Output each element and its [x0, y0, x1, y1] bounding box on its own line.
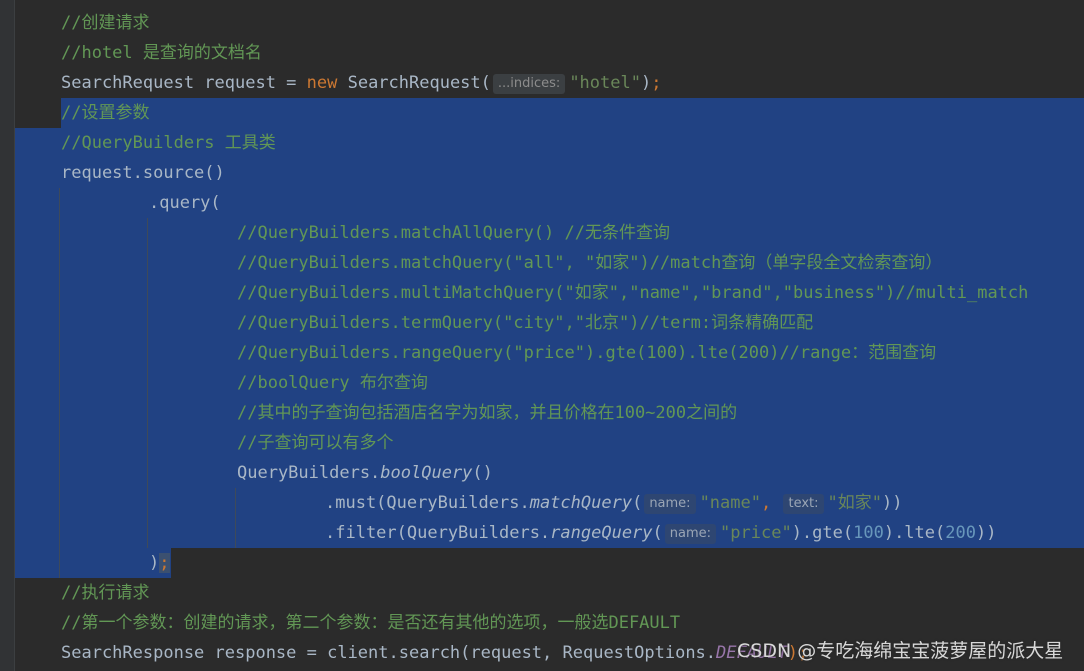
comment: //QueryBuilders.multiMatchQuery("如家","na… [237, 283, 1029, 303]
code-line-19[interactable]: ); [149, 548, 170, 578]
comment: //其中的子查询包括酒店名字为如家，并且价格在100~200之间的 [237, 403, 738, 423]
code-line-16[interactable]: QueryBuilders.boolQuery() [237, 458, 493, 488]
code-line-2[interactable]: //hotel 是查询的文档名 [61, 38, 262, 68]
code-line-9[interactable]: //QueryBuilders.matchQuery("all", "如家")/… [237, 248, 942, 278]
code-text: .must(QueryBuilders. [325, 493, 530, 513]
code-line-15[interactable]: //子查询可以有多个 [237, 428, 393, 458]
code-line-1[interactable]: //创建请求 [61, 8, 149, 38]
keyword: new [306, 73, 338, 93]
comment: //hotel 是查询的文档名 [61, 43, 262, 63]
code-editor[interactable]: //创建请求 //hotel 是查询的文档名 SearchRequest req… [0, 0, 1084, 671]
indent-guide [59, 188, 60, 578]
parameter-hint: name: [644, 494, 696, 514]
semicolon: ; [159, 553, 170, 573]
comment: //QueryBuilders.matchQuery("all", "如家")/… [237, 253, 943, 273]
code-text: ( [632, 493, 643, 513]
parameter-hint: text: [783, 494, 824, 514]
code-text: ).gte( [791, 523, 854, 543]
code-text: .query( [149, 193, 221, 213]
code-text: ( [652, 523, 663, 543]
code-line-12[interactable]: //QueryBuilders.rangeQuery("price").gte(… [237, 338, 936, 368]
editor-gutter[interactable] [0, 0, 15, 671]
comment: //设置参数 [61, 103, 150, 123]
selection-highlight [61, 98, 1084, 128]
comment: //QueryBuilders.rangeQuery("price").gte(… [237, 343, 937, 363]
code-line-11[interactable]: //QueryBuilders.termQuery("city","北京")//… [237, 308, 813, 338]
comment: //创建请求 [61, 13, 150, 33]
code-line-13[interactable]: //boolQuery 布尔查询 [237, 368, 428, 398]
comment: //QueryBuilders.matchAllQuery() //无条件查询 [237, 223, 670, 243]
code-text: ) [149, 553, 160, 573]
method-name: matchQuery [529, 493, 633, 513]
string-literal: "price" [720, 523, 792, 543]
code-text: SearchRequest( [337, 73, 491, 93]
code-text: () [472, 463, 493, 483]
string-literal: "hotel" [569, 73, 641, 93]
comment: //QueryBuilders.termQuery("city","北京")//… [237, 313, 814, 333]
code-text: SearchRequest request = [61, 73, 307, 93]
code-line-17[interactable]: .must(QueryBuilders.matchQuery(name: "nam… [325, 488, 902, 518]
comma: , [760, 493, 782, 513]
code-line-3[interactable]: SearchRequest request = new SearchReques… [61, 68, 661, 98]
code-line-10[interactable]: //QueryBuilders.multiMatchQuery("如家","na… [237, 278, 1028, 308]
indent-guide [235, 488, 236, 548]
semicolon: ; [651, 73, 662, 93]
code-line-8[interactable]: //QueryBuilders.matchAllQuery() //无条件查询 [237, 218, 670, 248]
code-text: QueryBuilders. [237, 463, 381, 483]
code-text: request.source() [61, 163, 225, 183]
code-text: SearchResponse response = client.search(… [61, 643, 717, 663]
comment: //boolQuery 布尔查询 [237, 373, 428, 393]
code-line-5[interactable]: //QueryBuilders 工具类 [61, 128, 276, 158]
method-name: boolQuery [380, 463, 473, 483]
code-text: )) [882, 493, 903, 513]
code-text: .filter(QueryBuilders. [325, 523, 551, 543]
comment: //第一个参数：创建的请求，第二个参数：是否还有其他的选项，一般选DEFAULT [61, 613, 681, 633]
code-line-14[interactable]: //其中的子查询包括酒店名字为如家，并且价格在100~200之间的 [237, 398, 737, 428]
comment: //QueryBuilders 工具类 [61, 133, 276, 153]
comment: //子查询可以有多个 [237, 433, 394, 453]
code-line-4[interactable]: //设置参数 [61, 98, 149, 128]
selection-highlight [14, 548, 171, 578]
comment: //执行请求 [61, 583, 150, 603]
code-text: )) [975, 523, 997, 543]
string-literal: "如家" [827, 493, 882, 513]
code-line-6[interactable]: request.source() [61, 158, 225, 188]
number-literal: 200 [945, 523, 976, 543]
code-text: ).lte( [883, 523, 946, 543]
code-line-18[interactable]: .filter(QueryBuilders.rangeQuery(name: "p… [325, 518, 996, 548]
code-line-20[interactable]: //执行请求 [61, 578, 149, 608]
number-literal: 100 [853, 523, 884, 543]
watermark: CSDN @专吃海绵宝宝菠萝屋的派大星 [737, 640, 1064, 662]
indent-guide [147, 218, 148, 548]
code-line-21[interactable]: //第一个参数：创建的请求，第二个参数：是否还有其他的选项，一般选DEFAULT [61, 608, 680, 638]
method-name: rangeQuery [550, 523, 653, 543]
code-text: ) [640, 73, 652, 93]
parameter-hint: name: [664, 524, 717, 544]
code-line-7[interactable]: .query( [149, 188, 221, 218]
string-literal: "name" [699, 493, 761, 513]
code-line-22[interactable]: SearchResponse response = client.search(… [61, 638, 808, 668]
parameter-hint: ...indices: [492, 74, 566, 94]
